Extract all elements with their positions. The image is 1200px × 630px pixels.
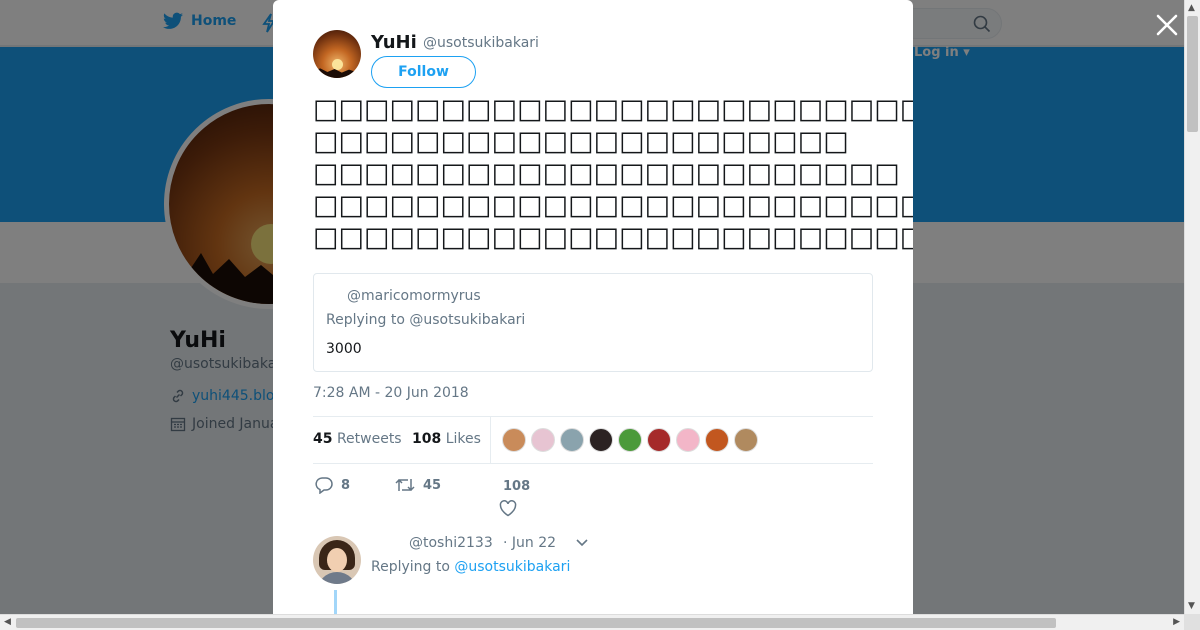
tweet-actions: 8 45 108 [313,476,873,520]
liker-avatar[interactable] [705,428,729,452]
retweets-count: 45 [313,431,333,447]
tweet-text: □□□□□□□□□□□□□□□□□□□□□□□□ □□□□□□□□□ □□□□□□… [313,94,913,254]
vertical-scroll-thumb[interactable] [1187,16,1198,132]
avatar-face [327,548,347,572]
horizontal-scroll-thumb[interactable] [16,618,1056,628]
quoted-tweet[interactable]: @maricomormyrus Replying to @usotsukibak… [313,273,873,372]
reply-author-handle[interactable]: @toshi2133 [409,535,493,551]
tweet-text-line: □□□□□□□□□□□□□□□□□□□□□□□ [313,158,900,189]
tweet-text-line: □□□□□□□□□□□□□□□□□□□□□□□□□□□□ [313,222,913,253]
scroll-up-arrow-icon[interactable]: ▲ [1188,3,1195,13]
tweet-text-line: □□□□□□□□□□□□□□□□□□□□□ [313,126,849,157]
retweet-count: 45 [423,477,442,493]
liker-avatar[interactable] [589,428,613,452]
liker-avatar[interactable] [502,428,526,452]
heart-icon[interactable] [499,500,517,517]
close-icon[interactable] [1154,12,1180,38]
scrollbar-corner [1184,614,1200,630]
vertical-scrollbar[interactable]: ▲ ▼ [1184,0,1200,614]
tweet-author-avatar[interactable] [313,30,361,78]
liker-avatar[interactable] [734,428,758,452]
tweet-author-handle[interactable]: @usotsukibakari [423,35,539,51]
tweet-timestamp[interactable]: 7:28 AM - 20 Jun 2018 [313,385,469,401]
quoted-tweet-handle: @maricomormyrus [347,288,481,304]
scroll-left-arrow-icon[interactable]: ◀ [4,617,11,627]
stats-divider [490,417,491,463]
retweet-icon [395,478,415,492]
quoted-tweet-text: 3000 [326,341,362,357]
thread-connector [334,590,337,614]
likes-stat[interactable]: 108 Likes [412,431,481,447]
tweet-modal: YuHi @usotsukibakari Follow □□□□□□□□□□□□… [273,0,913,614]
reply-icon [315,477,333,494]
follow-button[interactable]: Follow [371,56,476,88]
liker-avatar[interactable] [676,428,700,452]
retweets-label: Retweets [336,431,402,447]
reply-replying-to: Replying to @usotsukibakari [371,559,570,575]
replying-prefix: Replying to [371,559,450,575]
reply-date[interactable]: · Jun 22 [503,535,556,551]
tweet-text-line: □□□□□□□□□□□□□□□□□□□□□□□□□□□□□□□□□ [313,94,913,125]
replying-to-link[interactable]: @usotsukibakari [454,559,570,575]
retweets-stat[interactable]: 45 Retweets [313,431,402,447]
likes-count: 108 [412,431,442,447]
liker-avatar[interactable] [560,428,584,452]
retweet-action[interactable]: 45 [395,476,441,494]
liker-avatar[interactable] [531,428,555,452]
likes-label: Likes [445,431,481,447]
quoted-tweet-replying: Replying to @usotsukibakari [326,312,526,328]
liker-avatar[interactable] [647,428,671,452]
scroll-right-arrow-icon[interactable]: ▶ [1173,617,1180,627]
liker-avatars [502,428,758,452]
horizontal-scrollbar[interactable]: ◀ ▶ [0,614,1184,630]
avatar-sun [332,59,343,70]
avatar-body [317,572,357,584]
tweet-author-name[interactable]: YuHi [371,32,417,53]
tweet-stats: 45 Retweets 108 Likes [313,416,873,464]
reply-count: 8 [341,477,351,493]
reply-action[interactable]: 8 [315,476,350,494]
chevron-down-icon[interactable] [575,538,589,548]
liker-avatar[interactable] [618,428,642,452]
reply-author-avatar[interactable] [313,536,361,584]
like-count[interactable]: 108 [503,479,530,494]
scroll-down-arrow-icon[interactable]: ▼ [1188,601,1195,611]
tweet-text-line: □□□□□□□□□□□□□□□□□□□□□□□□□□□□□□□□99.9%□□□… [313,190,913,221]
